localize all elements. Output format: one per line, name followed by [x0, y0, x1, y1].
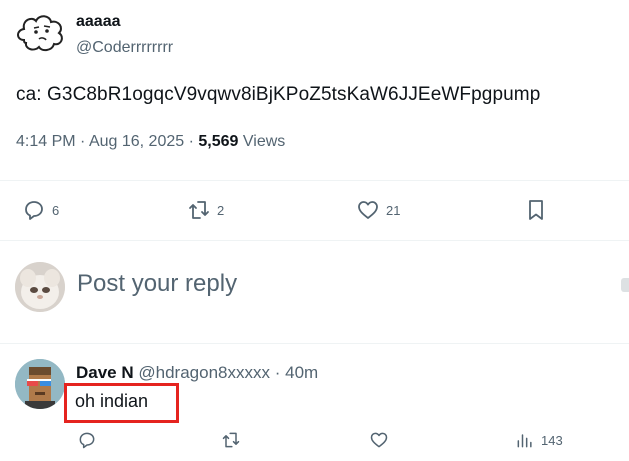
- reply-icon: [79, 432, 95, 449]
- views-label: Views: [242, 133, 286, 150]
- pixel-avatar-image: [15, 359, 65, 409]
- cloud-face-icon: [17, 15, 63, 52]
- tweet-text: ca: G3C8bR1ogqcV9vqwv8iBjKPoZ5tsKaW6JJEe…: [16, 84, 541, 105]
- scrollbar[interactable]: [621, 278, 629, 292]
- reply-views-button[interactable]: 143: [515, 430, 563, 450]
- tweet-meta: 4:14 PM · Aug 16, 2025 · 5,569 Views: [16, 133, 285, 151]
- reply-input[interactable]: Post your reply: [77, 270, 237, 298]
- reply-author-avatar[interactable]: [15, 359, 65, 409]
- reply-reply-button[interactable]: [77, 430, 97, 450]
- reply-author-name[interactable]: Dave N: [76, 363, 134, 382]
- bookmark-icon: [529, 200, 543, 220]
- reply-age[interactable]: 40m: [285, 363, 318, 382]
- meta-separator: ·: [80, 133, 86, 150]
- repost-count: 2: [217, 202, 225, 218]
- author-handle[interactable]: @Coderrrrrrrr: [76, 39, 173, 57]
- tweet-time[interactable]: 4:14 PM: [16, 133, 76, 150]
- highlight-box: [64, 383, 179, 423]
- reply-count: 6: [52, 202, 60, 218]
- heart-icon: [358, 201, 378, 219]
- reply-views-count: 143: [541, 432, 563, 448]
- repost-icon: [189, 201, 209, 219]
- reply-button[interactable]: 6: [22, 198, 59, 222]
- views-icon: [517, 434, 532, 448]
- reply-repost-button[interactable]: [221, 430, 241, 450]
- reply-icon: [25, 201, 43, 220]
- meta-separator: ·: [274, 363, 281, 382]
- heart-icon: [370, 432, 388, 448]
- author-name[interactable]: aaaaa: [76, 13, 121, 31]
- like-count: 21: [386, 202, 401, 218]
- like-button[interactable]: 21: [356, 198, 400, 222]
- avatar-image: [15, 262, 65, 312]
- divider: [0, 240, 629, 241]
- reply-header: Dave N @hdragon8xxxxx · 40m: [76, 363, 318, 383]
- reply-author-handle[interactable]: @hdragon8xxxxx: [138, 363, 270, 382]
- divider: [0, 343, 629, 344]
- author-avatar[interactable]: [14, 10, 66, 60]
- meta-separator: ·: [188, 133, 194, 150]
- views-count: 5,569: [198, 133, 239, 150]
- repost-icon: [222, 432, 240, 448]
- reply-like-button[interactable]: [369, 430, 389, 450]
- current-user-avatar[interactable]: [15, 262, 65, 312]
- bookmark-button[interactable]: [524, 198, 548, 222]
- tweet-date[interactable]: Aug 16, 2025: [89, 133, 184, 150]
- divider: [0, 180, 629, 181]
- repost-button[interactable]: 2: [187, 198, 224, 222]
